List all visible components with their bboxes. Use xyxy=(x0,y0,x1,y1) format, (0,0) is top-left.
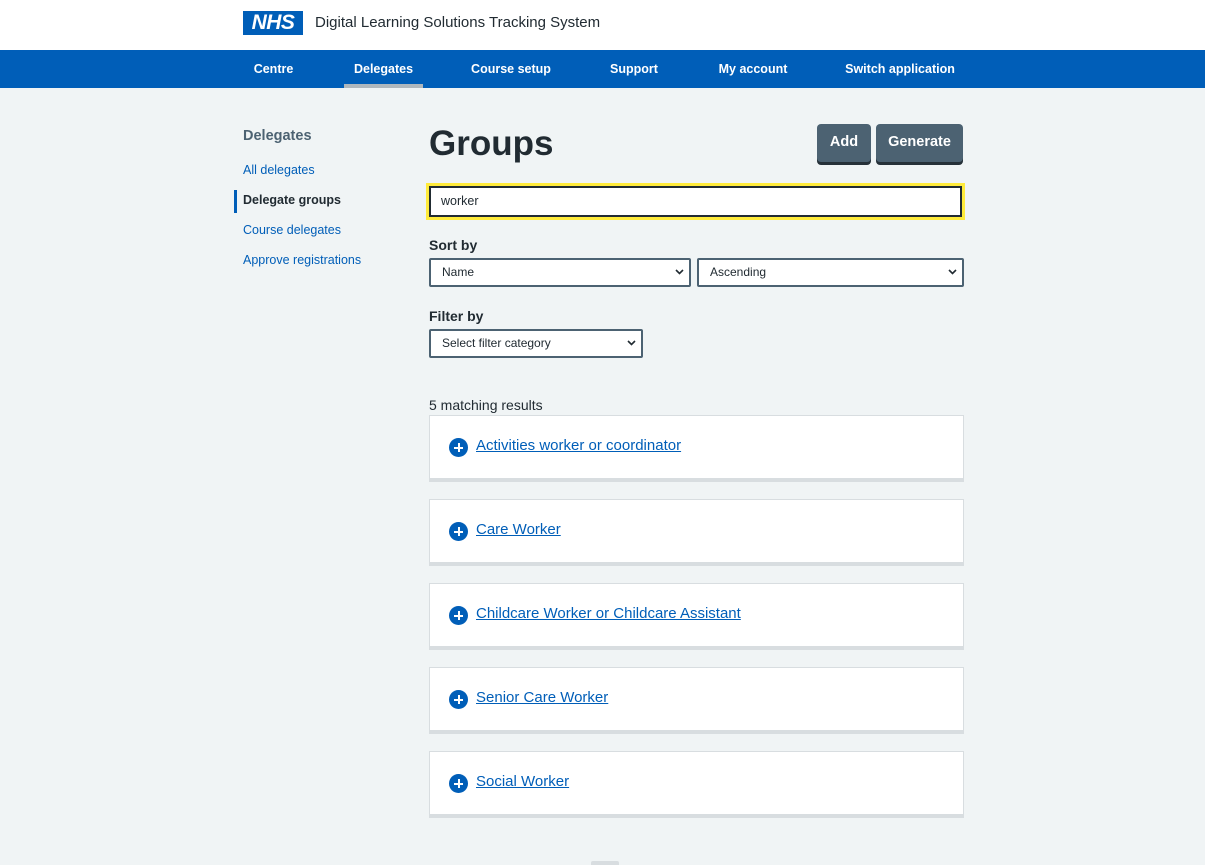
expand-plus-icon[interactable] xyxy=(449,438,468,457)
app-title[interactable]: Digital Learning Solutions Tracking Syst… xyxy=(315,13,600,33)
result-card: Social Worker xyxy=(429,751,964,815)
pagination-control[interactable] xyxy=(591,861,619,865)
expand-plus-icon[interactable] xyxy=(449,774,468,793)
site-header: NHS Digital Learning Solutions Tracking … xyxy=(0,0,1205,50)
result-card: Care Worker xyxy=(429,499,964,563)
nav-item-course-setup[interactable]: Course setup xyxy=(466,50,556,88)
result-link[interactable]: Senior Care Worker xyxy=(476,689,608,706)
nav-item-centre[interactable]: Centre xyxy=(243,50,304,88)
nav-item-switch-application[interactable]: Switch application xyxy=(840,50,960,88)
sort-field-select[interactable]: Name xyxy=(429,258,691,287)
chevron-down-icon xyxy=(948,269,957,275)
nav-item-support[interactable]: Support xyxy=(602,50,666,88)
filter-by-label: Filter by xyxy=(429,308,484,324)
sidebar-item-approve-registrations[interactable]: Approve registrations xyxy=(243,253,361,267)
expand-plus-icon[interactable] xyxy=(449,690,468,709)
generate-button[interactable]: Generate xyxy=(876,124,963,162)
result-card: Activities worker or coordinator xyxy=(429,415,964,479)
primary-nav: Centre Delegates Course setup Support My… xyxy=(0,50,1205,88)
result-link[interactable]: Activities worker or coordinator xyxy=(476,437,681,454)
nav-item-my-account[interactable]: My account xyxy=(711,50,795,88)
search-input[interactable]: worker xyxy=(429,186,962,217)
nhs-logo[interactable]: NHS xyxy=(243,11,303,35)
filter-category-select[interactable]: Select filter category xyxy=(429,329,643,358)
result-link[interactable]: Social Worker xyxy=(476,773,569,790)
page-title: Groups xyxy=(429,124,554,163)
filter-category-value: Select filter category xyxy=(442,336,551,350)
result-card: Childcare Worker or Childcare Assistant xyxy=(429,583,964,647)
add-button[interactable]: Add xyxy=(817,124,871,162)
chevron-down-icon xyxy=(627,340,636,346)
sort-by-label: Sort by xyxy=(429,237,478,253)
sidenav-title: Delegates xyxy=(243,128,312,144)
nav-item-delegates[interactable]: Delegates xyxy=(344,50,423,88)
sidebar-current-indicator xyxy=(234,190,237,213)
result-link[interactable]: Childcare Worker or Childcare Assistant xyxy=(476,605,741,622)
expand-plus-icon[interactable] xyxy=(449,606,468,625)
sort-field-value: Name xyxy=(442,265,475,279)
sidebar-item-all-delegates[interactable]: All delegates xyxy=(243,163,315,177)
sidebar-item-delegate-groups[interactable]: Delegate groups xyxy=(243,193,341,207)
result-link[interactable]: Care Worker xyxy=(476,521,561,538)
sort-direction-value: Ascending xyxy=(710,265,767,279)
sort-direction-select[interactable]: Ascending xyxy=(697,258,964,287)
chevron-down-icon xyxy=(675,269,684,275)
results-count: 5 matching results xyxy=(429,397,543,413)
expand-plus-icon[interactable] xyxy=(449,522,468,541)
sidebar-item-course-delegates[interactable]: Course delegates xyxy=(243,223,341,237)
result-card: Senior Care Worker xyxy=(429,667,964,731)
